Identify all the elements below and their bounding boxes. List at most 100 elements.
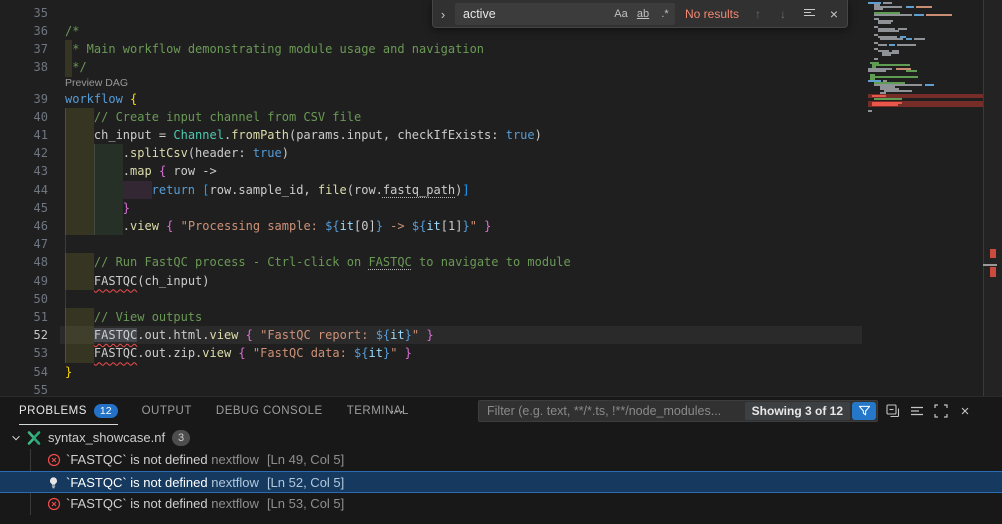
code-token[interactable]: } [376, 219, 383, 233]
line-number[interactable]: 45 [0, 199, 48, 217]
code-token[interactable]: to navigate to module [412, 255, 571, 269]
code-token[interactable]: [1] [441, 219, 463, 233]
code-token[interactable] [173, 219, 180, 233]
line-number[interactable]: 41 [0, 126, 48, 144]
code-token[interactable]: Channel [173, 128, 224, 142]
code-token[interactable]: ${ [354, 346, 368, 360]
code-line[interactable]: 43.map { row -> [0, 162, 862, 180]
code-token[interactable] [123, 92, 130, 106]
code-token[interactable]: (row. [347, 183, 383, 197]
code-token[interactable]: FASTQC [94, 346, 137, 360]
code-token[interactable]: . [123, 146, 130, 160]
overview-ruler[interactable] [984, 0, 1002, 396]
code-token[interactable]: .out.html. [137, 328, 209, 342]
code-token[interactable]: ${ [412, 219, 426, 233]
code-token[interactable] [397, 346, 404, 360]
code-token[interactable]: /* [65, 24, 79, 38]
code-token[interactable]: } [123, 201, 130, 215]
code-token[interactable]: ${ [325, 219, 339, 233]
code-line[interactable]: 50 [0, 290, 862, 308]
close-find-icon[interactable]: × [825, 6, 843, 22]
line-number[interactable]: 54 [0, 363, 48, 381]
code-token[interactable]: } [65, 365, 72, 379]
code-token[interactable]: // View outputs [94, 310, 202, 324]
more-actions-icon[interactable]: ⋯ [386, 397, 408, 425]
code-token[interactable]: } [484, 219, 491, 233]
filter-funnel-icon[interactable] [852, 402, 876, 420]
code-token[interactable]: { [130, 92, 137, 106]
code-token[interactable]: file [318, 183, 347, 197]
line-number[interactable]: 38 [0, 58, 48, 76]
code-token[interactable]: } [405, 346, 412, 360]
code-token[interactable]: "Processing sample: [181, 219, 326, 233]
line-number[interactable]: 50 [0, 290, 48, 308]
chevron-down-icon[interactable] [10, 432, 22, 447]
code-token[interactable]: workflow [65, 92, 123, 106]
code-token[interactable]: row.sample_id, [210, 183, 318, 197]
problem-row[interactable]: `FASTQC` is not defined nextflow[Ln 49, … [0, 449, 1002, 471]
filter-input[interactable] [479, 401, 744, 421]
find-in-selection-icon[interactable] [800, 6, 818, 22]
line-number[interactable]: 49 [0, 272, 48, 290]
code-token[interactable]: } [405, 328, 412, 342]
code-token[interactable]: ${ [376, 328, 390, 342]
code-token[interactable]: view [210, 328, 239, 342]
line-number[interactable]: 37 [0, 40, 48, 58]
panel-tab-output[interactable]: OUTPUT [142, 397, 192, 425]
whole-word-icon[interactable]: ab [633, 6, 653, 22]
code-line[interactable]: 53 FASTQC.out.zip.view { "FastQC data: ${… [0, 344, 862, 362]
problems-file-row[interactable]: syntax_showcase.nf 3 [0, 427, 1002, 449]
code-line[interactable]: 48// Run FastQC process - Ctrl-click on … [0, 253, 862, 271]
code-token[interactable]: true [253, 146, 282, 160]
code-token[interactable]: ch_input = [94, 128, 173, 142]
editor[interactable]: 3536/*37* Main workflow demonstrating mo… [0, 0, 1002, 396]
code-token[interactable]: */ [72, 60, 86, 74]
code-token[interactable]: fromPath [231, 128, 289, 142]
error-icon[interactable] [47, 497, 61, 514]
code-token[interactable]: FASTQC [94, 328, 137, 342]
code-line[interactable]: 42.splitCsv(header: true) [0, 144, 862, 162]
code-token[interactable]: (header: [188, 146, 253, 160]
line-number[interactable]: 48 [0, 253, 48, 271]
code-token[interactable] [238, 328, 245, 342]
code-line[interactable]: 44return [row.sample_id, file(row.fastq_… [0, 181, 862, 199]
next-match-icon[interactable]: ↓ [774, 6, 792, 22]
code-token[interactable]: [0] [354, 219, 376, 233]
code-token[interactable]: . [123, 219, 130, 233]
code-token[interactable]: it [340, 219, 354, 233]
code-line[interactable]: 38 */ [0, 58, 862, 76]
code-token[interactable]: -> [383, 219, 412, 233]
code-line[interactable]: 47 [0, 235, 862, 253]
code-token[interactable]: it [369, 346, 383, 360]
code-token[interactable]: (params.input, checkIfExists: [289, 128, 506, 142]
code-token[interactable]: view [202, 346, 231, 360]
code-token[interactable]: { [246, 328, 253, 342]
code-token[interactable]: ] [462, 183, 469, 197]
panel-tab-debug-console[interactable]: DEBUG CONSOLE [216, 397, 323, 425]
code-token[interactable]: // Create input channel from CSV file [94, 110, 361, 124]
line-number[interactable]: 39 [0, 90, 48, 108]
code-token[interactable]: " [412, 328, 419, 342]
line-number[interactable]: 35 [0, 4, 48, 22]
code-token[interactable]: true [506, 128, 535, 142]
code-token[interactable]: "FastQC report: [260, 328, 376, 342]
code-token[interactable]: ) [282, 146, 289, 160]
code-token[interactable]: return [152, 183, 195, 197]
line-number[interactable]: 43 [0, 162, 48, 180]
code-token[interactable]: splitCsv [130, 146, 188, 160]
code-token[interactable]: * Main workflow demonstrating module usa… [72, 42, 484, 56]
code-token[interactable]: "FastQC data: [253, 346, 354, 360]
code-token[interactable]: { [238, 346, 245, 360]
toggle-replace-chevron-icon[interactable]: › [433, 0, 453, 28]
code-token[interactable]: ) [535, 128, 542, 142]
line-number[interactable]: 53 [0, 344, 48, 362]
line-number[interactable]: 52 [0, 326, 48, 344]
line-number[interactable]: 44 [0, 181, 48, 199]
lightbulb-icon[interactable] [47, 476, 60, 493]
code-line[interactable]: 54} [0, 363, 862, 381]
code-token[interactable]: FASTQC [368, 255, 411, 269]
code-token[interactable]: .out.zip. [137, 346, 202, 360]
maximize-panel-icon[interactable] [933, 403, 949, 419]
code-token[interactable]: // Run FastQC process - Ctrl-click on [94, 255, 369, 269]
line-number[interactable]: 40 [0, 108, 48, 126]
